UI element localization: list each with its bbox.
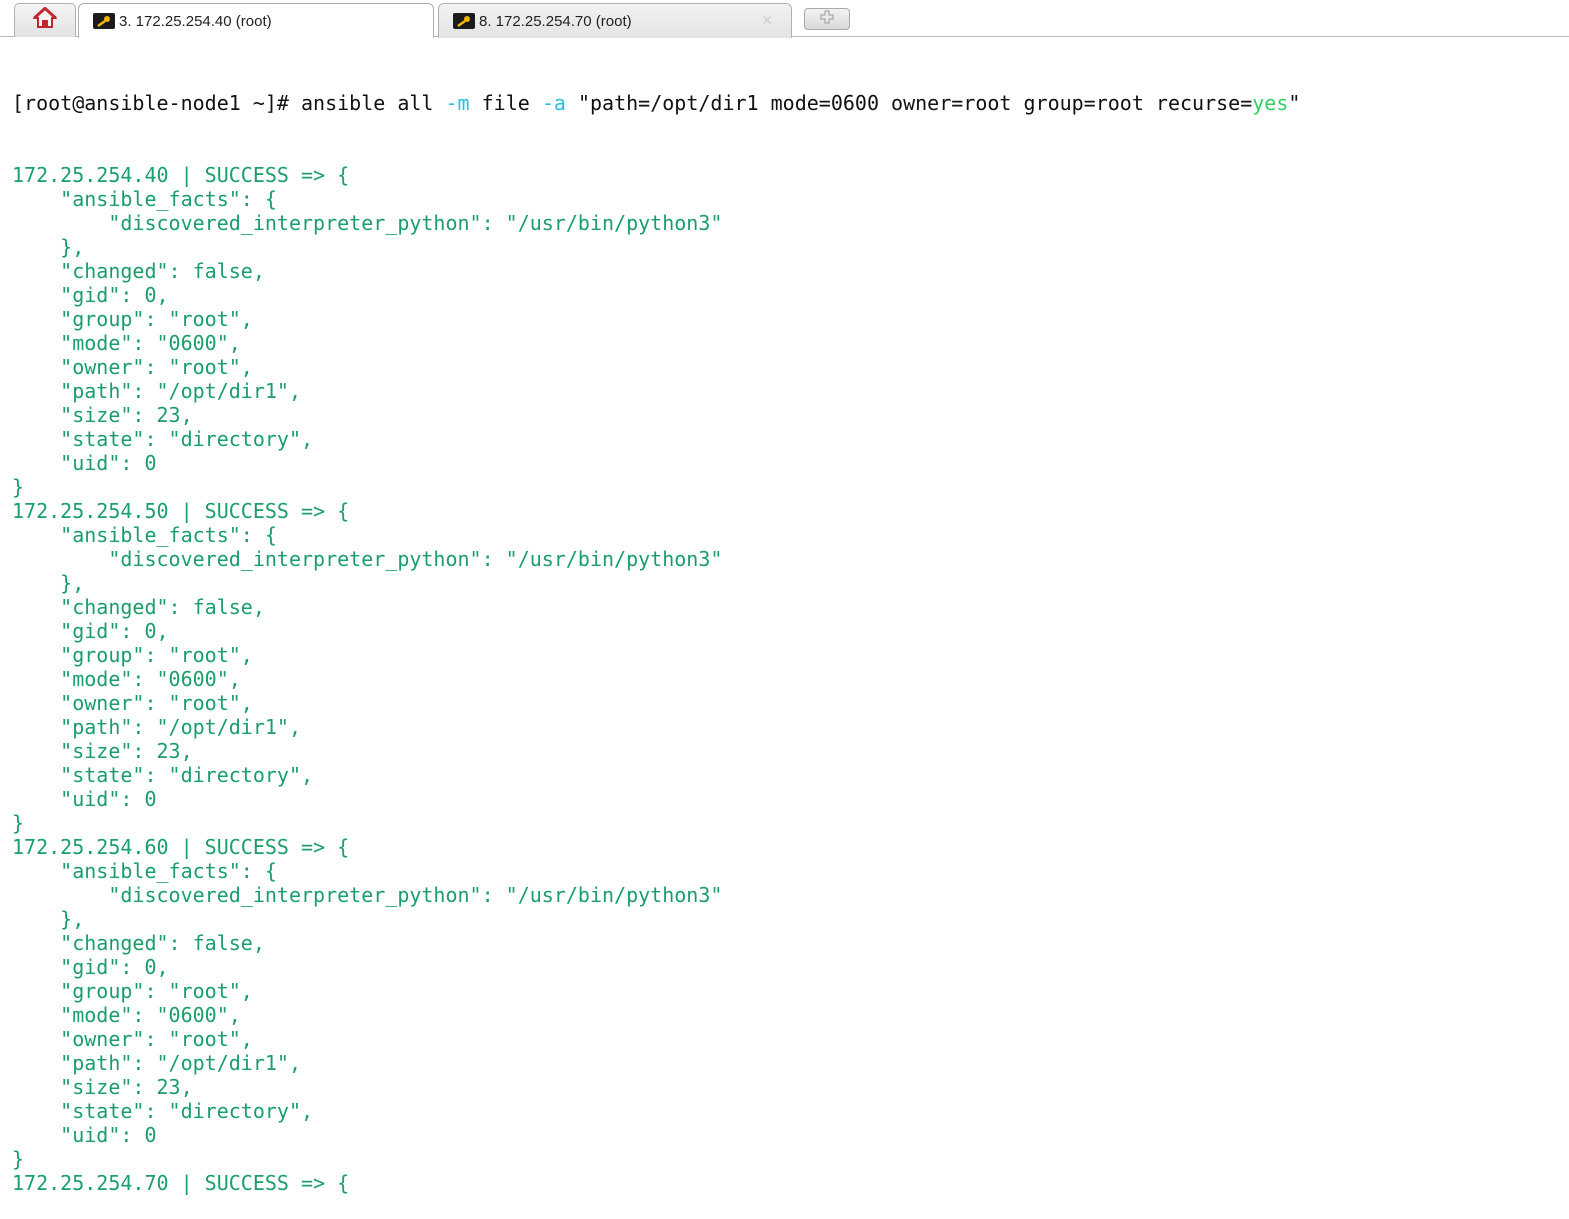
output-line: "group": "root",	[12, 307, 253, 331]
output-line: },	[12, 907, 85, 931]
output-line: "gid": 0,	[12, 283, 169, 307]
tab-label: 3. 172.25.254.40 (root)	[119, 12, 272, 30]
output-line: "uid": 0	[12, 1123, 157, 1147]
module-flag: -m	[445, 91, 470, 115]
output-line: 172.25.254.50 | SUCCESS => {	[12, 499, 350, 523]
output-line: "ansible_facts": {	[12, 187, 277, 211]
output-line: "mode": "0600",	[12, 331, 241, 355]
output-line: "group": "root",	[12, 643, 253, 667]
output-line: },	[12, 235, 85, 259]
output-line: "state": "directory",	[12, 427, 314, 451]
output-line: "changed": false,	[12, 259, 265, 283]
output-line: "discovered_interpreter_python": "/usr/b…	[12, 883, 723, 907]
output-line: "size": 23,	[12, 1075, 193, 1099]
output-line: "uid": 0	[12, 451, 157, 475]
tab-label: 8. 172.25.254.70 (root)	[479, 12, 632, 30]
output-line: "state": "directory",	[12, 1099, 314, 1123]
output-line: 172.25.254.40 | SUCCESS => {	[12, 163, 350, 187]
output-line: "group": "root",	[12, 979, 253, 1003]
key-icon	[93, 13, 115, 29]
module-name: file	[469, 91, 542, 115]
output-line: }	[12, 811, 25, 835]
prompt: [root@ansible-node1 ~]#	[12, 91, 301, 115]
tab-bar: 3. 172.25.254.40 (root) 8. 172.25.254.70…	[0, 0, 1569, 38]
args-text: "path=/opt/dir1 mode=0600 owner=root gro…	[565, 91, 1253, 115]
key-icon	[453, 13, 475, 29]
output-line: }	[12, 475, 25, 499]
output-line: "discovered_interpreter_python": "/usr/b…	[12, 211, 723, 235]
output-line: "ansible_facts": {	[12, 859, 277, 883]
output-line: "size": 23,	[12, 739, 193, 763]
home-icon	[32, 6, 58, 34]
tab-session-3[interactable]: 3. 172.25.254.40 (root)	[78, 3, 434, 38]
output-line: "gid": 0,	[12, 619, 169, 643]
new-tab-icon	[820, 10, 834, 29]
output-line: }	[12, 1147, 25, 1171]
args-flag: -a	[541, 91, 566, 115]
output-line: "path": "/opt/dir1",	[12, 715, 301, 739]
output-line: },	[12, 571, 85, 595]
output-line: "size": 23,	[12, 403, 193, 427]
output-line: "uid": 0	[12, 787, 157, 811]
close-icon[interactable]: ✕	[761, 12, 773, 29]
output-line: "changed": false,	[12, 595, 265, 619]
tab-session-8[interactable]: 8. 172.25.254.70 (root) ✕	[438, 3, 792, 38]
closing-quote: "	[1288, 91, 1301, 115]
output-lines: 172.25.254.40 | SUCCESS => { "ansible_fa…	[12, 163, 1562, 1195]
output-line: "owner": "root",	[12, 691, 253, 715]
output-line: "owner": "root",	[12, 355, 253, 379]
home-tab[interactable]	[14, 3, 76, 37]
output-line: "state": "directory",	[12, 763, 314, 787]
output-line: "gid": 0,	[12, 955, 169, 979]
output-line: "ansible_facts": {	[12, 523, 277, 547]
output-line: "path": "/opt/dir1",	[12, 1051, 301, 1075]
command-line: [root@ansible-node1 ~]# ansible all -m f…	[12, 91, 1562, 115]
output-line: 172.25.254.70 | SUCCESS => {	[12, 1171, 350, 1195]
new-tab-button[interactable]	[804, 8, 850, 30]
output-line: "path": "/opt/dir1",	[12, 379, 301, 403]
recurse-value: yes	[1252, 91, 1289, 115]
output-line: "discovered_interpreter_python": "/usr/b…	[12, 547, 723, 571]
output-line: "mode": "0600",	[12, 667, 241, 691]
output-line: "mode": "0600",	[12, 1003, 241, 1027]
command-text: ansible all	[300, 91, 446, 115]
output-line: 172.25.254.60 | SUCCESS => {	[12, 835, 350, 859]
output-line: "changed": false,	[12, 931, 265, 955]
output-line: "owner": "root",	[12, 1027, 253, 1051]
terminal-output[interactable]: [root@ansible-node1 ~]# ansible all -m f…	[12, 43, 1562, 1219]
